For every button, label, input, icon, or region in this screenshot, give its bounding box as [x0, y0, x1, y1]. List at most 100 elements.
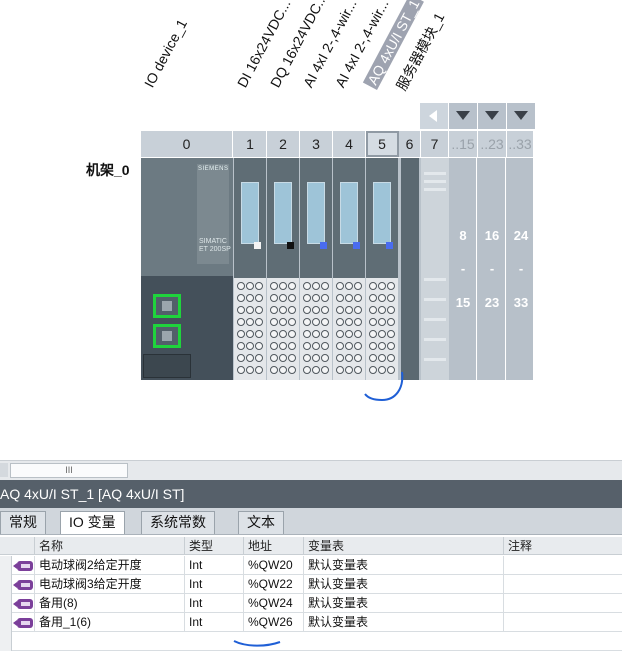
cell-comment[interactable]	[503, 556, 622, 575]
scrollbar-thumb[interactable]: III	[10, 463, 128, 478]
color-code-icon	[254, 242, 261, 249]
slot-3[interactable]: 3	[300, 131, 333, 157]
terminal-dot	[246, 294, 254, 302]
chevron-down-icon	[514, 111, 528, 120]
terminal-dot	[312, 306, 320, 314]
terminal-dot	[387, 294, 395, 302]
terminal-block	[366, 278, 398, 380]
column-address[interactable]: 地址	[243, 537, 303, 555]
cell-type[interactable]: Int	[184, 556, 243, 575]
slot-2[interactable]: 2	[267, 131, 300, 157]
terminal-dot	[288, 354, 296, 362]
cell-tag-table[interactable]: 默认变量表	[303, 556, 503, 575]
terminal-dot	[387, 318, 395, 326]
slot-range-16-23[interactable]: 16 - 23	[478, 158, 506, 380]
slot-range-15[interactable]: ..15	[449, 131, 478, 157]
slot-back-button[interactable]	[420, 103, 448, 129]
range-end: 23	[484, 295, 500, 310]
table-row[interactable]: 备用(8) Int %QW24 默认变量表	[0, 594, 622, 613]
module-ai-2[interactable]	[333, 158, 365, 380]
tab-general[interactable]: 常规	[0, 511, 46, 534]
cell-tag-table[interactable]: 默认变量表	[303, 594, 503, 613]
range-sep: -	[518, 261, 524, 276]
cell-tag-table[interactable]: 默认变量表	[303, 613, 503, 632]
tab-texts[interactable]: 文本	[238, 511, 284, 534]
table-row-empty[interactable]	[0, 632, 622, 651]
terminal-dot	[255, 318, 263, 326]
terminal-dot	[255, 306, 263, 314]
terminal-dot	[354, 330, 362, 338]
cell-address[interactable]: %QW24	[243, 594, 303, 613]
cell-comment[interactable]	[503, 613, 622, 632]
cell-name[interactable]: 电动球阀2给定开度	[34, 556, 184, 575]
interface-module[interactable]: SIEMENS SIMATIC ET 200SP	[141, 158, 233, 380]
slot-1[interactable]: 1	[234, 131, 267, 157]
terminal-dot	[378, 330, 386, 338]
cell-name[interactable]: 备用(8)	[34, 594, 184, 613]
horizontal-scrollbar[interactable]: III	[0, 460, 622, 480]
terminal-dot	[279, 354, 287, 362]
terminal-dot	[345, 306, 353, 314]
cell-comment[interactable]	[503, 575, 622, 594]
slot-4[interactable]: 4	[333, 131, 366, 157]
server-module[interactable]	[401, 158, 419, 380]
empty-slot-7[interactable]	[421, 158, 449, 380]
column-type[interactable]: 类型	[184, 537, 243, 555]
slot-range-23[interactable]: ..23	[478, 131, 507, 157]
tab-io-tags[interactable]: IO 变量	[60, 511, 125, 535]
column-name[interactable]: 名称	[34, 537, 184, 555]
tab-system-constants[interactable]: 系统常数	[141, 511, 215, 534]
cell-name[interactable]: 电动球阀3给定开度	[34, 575, 184, 594]
module-aq[interactable]	[366, 158, 398, 380]
table-row[interactable]: 电动球阀2给定开度 Int %QW20 默认变量表	[0, 556, 622, 575]
column-tag-table[interactable]: 变量表	[303, 537, 503, 555]
slot-range-8-15[interactable]: 8 - 15	[449, 158, 477, 380]
expand-slots-16-23-button[interactable]	[478, 103, 506, 129]
terminal-dot	[321, 294, 329, 302]
cell-address[interactable]: %QW26	[243, 613, 303, 632]
cell-address[interactable]: %QW22	[243, 575, 303, 594]
module-dq[interactable]	[267, 158, 299, 380]
slot-range-24-33[interactable]: 24 - 33	[507, 158, 534, 380]
expand-slots-24-33-button[interactable]	[507, 103, 535, 129]
table-row[interactable]: 备用_1(6) Int %QW26 默认变量表	[0, 613, 622, 632]
tag-icon	[13, 561, 33, 571]
cell-name[interactable]: 备用_1(6)	[34, 613, 184, 632]
terminal-dot	[237, 330, 245, 338]
cell-type[interactable]: Int	[184, 613, 243, 632]
expand-slots-8-15-button[interactable]	[449, 103, 477, 129]
cell-type[interactable]: Int	[184, 594, 243, 613]
terminal-dot	[255, 294, 263, 302]
table-row[interactable]: 电动球阀3给定开度 Int %QW22 默认变量表	[0, 575, 622, 594]
column-comment[interactable]: 注释	[503, 537, 622, 555]
ethernet-port-1-icon[interactable]	[153, 294, 181, 318]
terminal-dot	[270, 330, 278, 338]
module-di[interactable]	[234, 158, 266, 380]
rack-label: 机架_0	[86, 162, 130, 178]
terminal-dot	[354, 282, 362, 290]
module-ai-1[interactable]	[300, 158, 332, 380]
scroll-left-icon[interactable]	[0, 463, 8, 477]
terminal-dot	[345, 330, 353, 338]
slot-6[interactable]: 6	[399, 131, 421, 157]
slot-5[interactable]: 5	[366, 131, 399, 157]
ethernet-port-2-icon[interactable]	[153, 324, 181, 348]
siemens-logo: SIEMENS	[198, 166, 229, 172]
cell-address[interactable]: %QW20	[243, 556, 303, 575]
properties-title: AQ 4xU/I ST_1 [AQ 4xU/I ST]	[0, 480, 622, 508]
slot-range-33[interactable]: ..33	[507, 131, 534, 157]
terminal-dot	[345, 342, 353, 350]
terminal-dot	[270, 366, 278, 374]
slot-7[interactable]: 7	[421, 131, 449, 157]
cell-type[interactable]: Int	[184, 575, 243, 594]
cell-tag-table[interactable]: 默认变量表	[303, 575, 503, 594]
terminal-dot	[321, 366, 329, 374]
terminal-dot	[255, 282, 263, 290]
terminal-dot	[246, 306, 254, 314]
terminal-dot	[246, 354, 254, 362]
terminal-dot	[288, 282, 296, 290]
cell-comment[interactable]	[503, 594, 622, 613]
terminal-dot	[321, 354, 329, 362]
slot-0[interactable]: 0	[141, 131, 233, 157]
module-label-io-device[interactable]: IO device_1	[141, 17, 190, 90]
